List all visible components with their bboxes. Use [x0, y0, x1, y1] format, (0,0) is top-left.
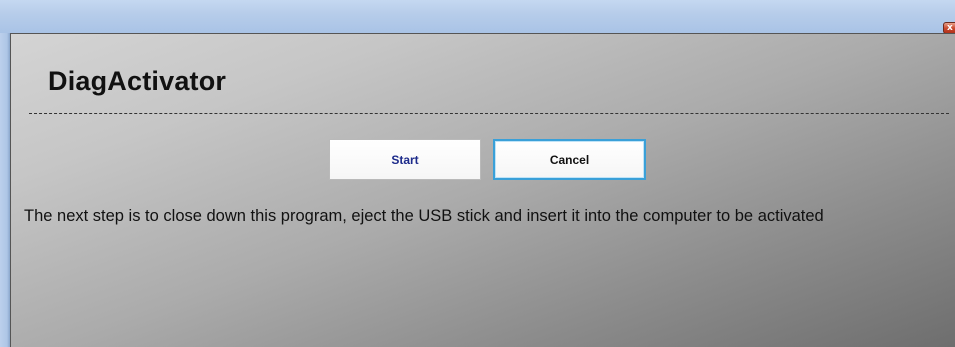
instruction-text: The next step is to close down this prog… — [24, 207, 824, 225]
window-frame-left — [0, 33, 10, 347]
app-window: x DiagActivator Start Cancel The next st… — [0, 0, 955, 347]
start-button[interactable]: Start — [329, 139, 481, 180]
client-area: DiagActivator Start Cancel The next step… — [10, 33, 955, 347]
app-title: DiagActivator — [48, 66, 227, 96]
window-title-bar[interactable]: x — [0, 0, 955, 34]
dashed-divider — [29, 113, 949, 114]
cancel-button[interactable]: Cancel — [493, 139, 646, 180]
